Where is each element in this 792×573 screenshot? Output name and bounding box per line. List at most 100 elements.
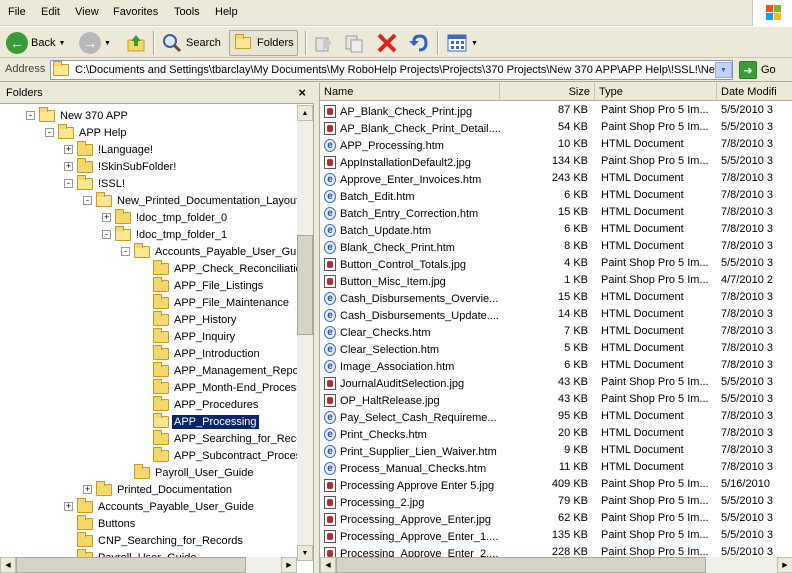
file-row[interactable]: Processing_Approve_Enter_1.... 135 KB Pain… [320,527,792,544]
column-date-modified[interactable]: Date Modifi [717,83,792,101]
file-row[interactable]: e Cash_Disbursements_Overvie... 15 KB HTML … [320,289,792,306]
chevron-down-icon[interactable]: ▼ [58,40,65,47]
expand-icon[interactable]: + [64,145,73,154]
scroll-right-icon[interactable]: ▶ [281,557,297,573]
file-row[interactable]: Button_Misc_Item.jpg 1 KB Paint Shop Pro 5… [320,272,792,289]
scroll-thumb[interactable] [297,235,313,335]
views-button[interactable]: ▼ [443,30,481,56]
tree-item[interactable]: + !Language! [64,140,155,158]
tree-item[interactable]: - !SSL! [64,174,127,192]
file-row[interactable]: e Approve_Enter_Invoices.htm 243 KB HTML Do… [320,170,792,187]
menu-view[interactable]: View [75,6,99,18]
search-button[interactable]: Search [158,30,224,56]
tree-item[interactable]: APP_Searching_for_Reco [140,429,297,447]
tree-item[interactable]: APP_Processing [140,412,260,430]
up-folder-button[interactable] [122,30,150,56]
scroll-right-icon[interactable]: ▶ [777,557,792,573]
menu-edit[interactable]: Edit [41,6,60,18]
scroll-down-icon[interactable]: ▼ [297,545,313,561]
tree-item[interactable]: Payroll_User_Guide [121,463,255,481]
tree-item[interactable]: APP_Inquiry [140,327,237,345]
file-row[interactable]: Processing_Approve_Enter.jpg 62 KB Paint S… [320,510,792,527]
tree-item[interactable]: - !doc_tmp_folder_1 [102,225,229,243]
file-row[interactable]: e Clear_Checks.htm 7 KB HTML Document 7/8/20… [320,323,792,340]
tree-item[interactable]: APP_Subcontract_Proces [140,446,297,464]
file-row[interactable]: e Pay_Select_Cash_Requireme... 95 KB HTML D… [320,408,792,425]
tree-item[interactable]: CNP_Searching_for_Records [64,531,245,549]
file-row[interactable]: e Batch_Update.htm 6 KB HTML Document 7/8/20… [320,221,792,238]
undo-button[interactable] [405,30,433,56]
file-row[interactable]: e Process_Manual_Checks.htm 11 KB HTML Docu… [320,459,792,476]
file-row[interactable]: e Cash_Disbursements_Update.... 14 KB HTML … [320,306,792,323]
scroll-left-icon[interactable]: ◀ [0,557,16,573]
tree-item[interactable]: APP_Management_Repor [140,361,297,379]
file-row[interactable]: Button_Control_Totals.jpg 4 KB Paint Shop … [320,255,792,272]
file-list-horizontal-scrollbar[interactable]: ◀ ▶ [320,557,792,573]
tree-item[interactable]: APP_History [140,310,238,328]
tree-item[interactable]: APP_Check_Reconciliation [140,259,297,277]
collapse-icon[interactable]: - [121,247,130,256]
expand-icon[interactable]: + [83,485,92,494]
file-row[interactable]: e Print_Checks.htm 20 KB HTML Document 7/8/2… [320,425,792,442]
tree-item[interactable]: - Accounts_Payable_User_Guid [121,242,297,260]
back-button[interactable]: ← Back ▼ [3,30,68,56]
tree-item[interactable]: APP_File_Maintenance [140,293,291,311]
scroll-thumb[interactable] [16,557,246,573]
menu-help[interactable]: Help [215,6,238,18]
file-row[interactable]: AP_Blank_Check_Print_Detail.... 54 KB Pain… [320,119,792,136]
collapse-icon[interactable]: - [102,230,111,239]
scroll-up-icon[interactable]: ▲ [297,105,313,121]
go-button[interactable]: ➜ Go [739,61,776,79]
delete-button[interactable] [373,30,401,56]
file-row[interactable]: AP_Blank_Check_Print.jpg 87 KB Paint Shop … [320,102,792,119]
expand-icon[interactable]: + [64,502,73,511]
menu-file[interactable]: File [8,6,26,18]
column-name[interactable]: Name [320,83,500,101]
scroll-left-icon[interactable]: ◀ [320,557,336,573]
address-input[interactable]: C:\Documents and Settings\tbarclay\My Do… [50,60,733,80]
scroll-thumb[interactable] [336,557,706,573]
tree-item[interactable]: - New 370 APP [26,106,130,124]
chevron-down-icon[interactable]: ▼ [471,40,478,47]
tree-item[interactable]: + Printed_Documentation [83,480,234,498]
tree-item[interactable]: APP_Introduction [140,344,262,362]
tree-item[interactable]: APP_File_Listings [140,276,265,294]
file-row[interactable]: AppInstallationDefault2.jpg 134 KB Paint S… [320,153,792,170]
expand-icon[interactable]: + [64,162,73,171]
collapse-icon[interactable]: - [26,111,35,120]
menu-favorites[interactable]: Favorites [113,6,158,18]
address-dropdown-button[interactable]: ▼ [715,62,732,78]
file-row[interactable]: e Batch_Entry_Correction.htm 15 KB HTML Doc… [320,204,792,221]
file-row[interactable]: Processing Approve Enter 5.jpg 409 KB Pain… [320,476,792,493]
file-row[interactable]: Processing_Approve_Enter_2.... 228 KB Pain… [320,544,792,557]
tree-item[interactable]: + Accounts_Payable_User_Guide [64,497,256,515]
file-row[interactable]: e Print_Supplier_Lien_Waiver.htm 9 KB HTML … [320,442,792,459]
file-row[interactable]: e Batch_Edit.htm 6 KB HTML Document 7/8/2010… [320,187,792,204]
folders-button[interactable]: Folders [229,30,298,56]
expand-icon[interactable]: + [102,213,111,222]
close-icon[interactable]: × [298,85,306,100]
column-size[interactable]: Size [500,83,595,101]
column-type[interactable]: Type [595,83,717,101]
tree-item[interactable]: - New_Printed_Documentation_Layout [83,191,297,209]
collapse-icon[interactable]: - [64,179,73,188]
file-row[interactable]: e Image_Association.htm 6 KB HTML Document 7… [320,357,792,374]
file-row[interactable]: JournalAuditSelection.jpg 43 KB Paint Shop… [320,374,792,391]
file-row[interactable]: e Blank_Check_Print.htm 8 KB HTML Document 7… [320,238,792,255]
menu-tools[interactable]: Tools [174,6,200,18]
tree-item[interactable]: - APP Help [45,123,129,141]
tree-item[interactable]: + !doc_tmp_folder_0 [102,208,229,226]
copy-to-button[interactable] [340,30,368,56]
move-to-button[interactable] [310,30,338,56]
folder-tree-horizontal-scrollbar[interactable]: ◀ ▶ [0,557,297,573]
tree-item[interactable]: + !SkinSubFolder! [64,157,178,175]
tree-item[interactable]: Buttons [64,514,137,532]
forward-button[interactable]: → ▼ [76,30,114,56]
file-row[interactable]: e Clear_Selection.htm 5 KB HTML Document 7/8… [320,340,792,357]
file-row[interactable]: OP_HaltRelease.jpg 43 KB Paint Shop Pro 5 … [320,391,792,408]
tree-item[interactable]: APP_Month-End_Processi [140,378,297,396]
chevron-down-icon[interactable]: ▼ [104,40,111,47]
folder-tree-vertical-scrollbar[interactable]: ▲ ▼ [297,105,313,561]
tree-item[interactable]: APP_Procedures [140,395,260,413]
file-row[interactable]: e APP_Processing.htm 10 KB HTML Document 7/8… [320,136,792,153]
